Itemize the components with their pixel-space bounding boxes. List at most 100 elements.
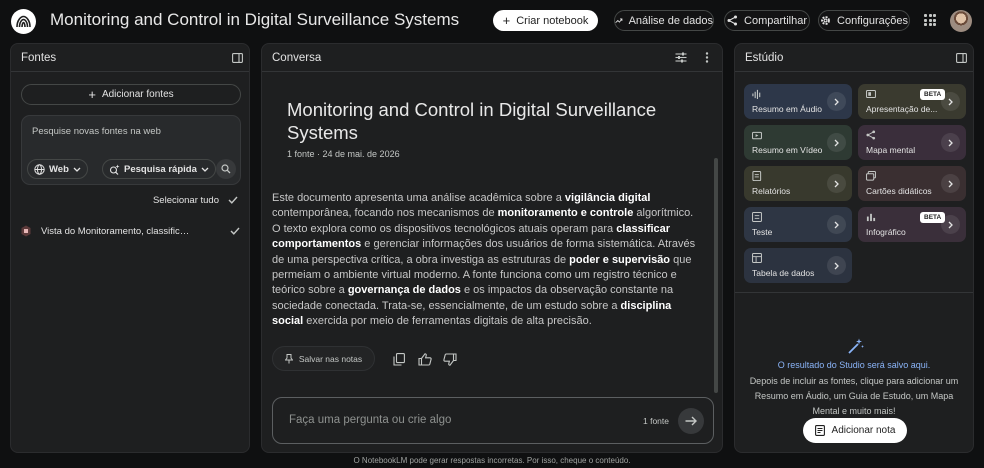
summary-highlight: poder e supervisão <box>569 253 671 266</box>
studio-card-audio[interactable]: Resumo em Áudio <box>744 84 852 119</box>
add-sources-button[interactable]: + Adicionar fontes <box>21 84 241 105</box>
studio-empty-title: O resultado do Studio será salvo aqui. <box>777 360 931 370</box>
thumbs-down-button[interactable] <box>442 351 458 367</box>
notebook-title[interactable]: Monitoring and Control in Digital Survei… <box>50 10 459 30</box>
studio-card-table[interactable]: Tabela de dados <box>744 248 852 283</box>
chevron-right-icon[interactable] <box>827 133 846 152</box>
studio-card-quiz[interactable]: Teste <box>744 207 852 242</box>
studio-card-label: Teste <box>752 227 773 237</box>
thumbs-up-icon <box>418 352 432 366</box>
studio-card-slides[interactable]: BETA Apresentação de... <box>858 84 966 119</box>
chevron-right-icon[interactable] <box>941 174 960 193</box>
infographic-icon <box>866 213 876 222</box>
studio-card-report[interactable]: Relatórios <box>744 166 852 201</box>
more-vertical-icon[interactable] <box>705 52 709 63</box>
report-icon <box>752 171 762 181</box>
search-submit-button[interactable] <box>216 159 236 179</box>
trending-up-icon <box>615 18 623 24</box>
select-all-row[interactable]: Selecionar tudo <box>153 194 239 206</box>
studio-card-label: Resumo em Áudio <box>752 104 822 114</box>
collapse-panel-icon[interactable] <box>956 53 967 63</box>
sparkle-search-icon <box>109 164 120 175</box>
studio-card-mindmap[interactable]: Mapa mental <box>858 125 966 160</box>
studio-card-label: Apresentação de... <box>866 104 938 114</box>
magic-wand-icon <box>848 338 864 354</box>
studio-card-label: Cartões didáticos <box>866 186 932 196</box>
chevron-right-icon[interactable] <box>827 174 846 193</box>
web-chip-label: Web <box>49 163 69 175</box>
share-label: Compartilhar <box>744 14 807 27</box>
select-all-label: Selecionar tudo <box>152 194 219 206</box>
chat-title: Conversa <box>272 52 322 64</box>
search-icon <box>221 164 231 174</box>
save-to-notes-button[interactable]: Salvar nas notas <box>272 346 375 371</box>
settings-button[interactable]: Configurações <box>818 10 910 31</box>
chevron-right-icon[interactable] <box>827 256 846 275</box>
studio-header: Estúdio <box>735 44 973 72</box>
chevron-right-icon[interactable] <box>941 215 960 234</box>
chevron-right-icon[interactable] <box>827 215 846 234</box>
copy-icon <box>393 352 405 366</box>
chat-scrollbar[interactable] <box>714 158 718 393</box>
copy-button[interactable] <box>391 351 407 367</box>
source-item[interactable]: Vista do Monitoramento, classifica... <box>21 222 241 240</box>
audio-icon <box>752 89 761 99</box>
share-button[interactable]: Compartilhar <box>724 10 810 31</box>
send-button[interactable] <box>678 408 704 434</box>
create-notebook-button[interactable]: + Criar notebook <box>493 10 598 31</box>
summary-highlight: governança de dados <box>347 284 461 297</box>
document-title: Monitoring and Control in Digital Survei… <box>287 99 657 143</box>
collapse-panel-icon[interactable] <box>232 53 243 63</box>
studio-card-label: Relatórios <box>752 186 791 196</box>
sources-header: Fontes <box>11 44 249 72</box>
chat-scrollbar-thumb[interactable] <box>714 158 718 393</box>
check-icon <box>230 227 240 235</box>
chat-input[interactable]: Faça uma pergunta ou crie algo <box>289 414 451 426</box>
chat-scroll-area[interactable]: Monitoring and Control in Digital Survei… <box>262 73 722 393</box>
web-source-dropdown[interactable]: Web <box>27 159 88 179</box>
studio-divider <box>735 292 973 293</box>
studio-card-infographic[interactable]: BETA Infográfico <box>858 207 966 242</box>
footer-disclaimer: O NotebookLM pode gerar respostas incorr… <box>353 456 631 465</box>
search-input[interactable]: Pesquise novas fontes na web <box>32 126 161 137</box>
quiz-icon <box>752 212 762 222</box>
fast-search-dropdown[interactable]: Pesquisa rápida <box>102 159 216 179</box>
analytics-label: Análise de dados <box>628 14 713 27</box>
thumbs-up-button[interactable] <box>417 351 433 367</box>
mindmap-icon <box>866 130 876 140</box>
select-all-checkbox[interactable] <box>227 194 239 206</box>
apps-grid-icon[interactable] <box>924 14 936 26</box>
chevron-right-icon[interactable] <box>827 92 846 111</box>
thumbs-down-icon <box>443 352 457 366</box>
chevron-right-icon[interactable] <box>941 133 960 152</box>
settings-label: Configurações <box>837 14 908 27</box>
globe-icon <box>34 163 45 175</box>
studio-card-flashcards[interactable]: Cartões didáticos <box>858 166 966 201</box>
chevron-right-icon[interactable] <box>941 92 960 111</box>
studio-card-label: Tabela de dados <box>752 268 815 278</box>
arrow-right-icon <box>685 416 697 426</box>
studio-card-label: Infográfico <box>866 227 906 237</box>
notebooklm-logo-icon[interactable] <box>11 9 36 34</box>
avatar[interactable] <box>950 10 972 32</box>
studio-card-video[interactable]: Resumo em Vídeo <box>744 125 852 160</box>
chat-header: Conversa <box>262 44 722 72</box>
web-search-box[interactable]: Pesquise novas fontes na web Web Pesquis… <box>21 115 241 185</box>
chevron-down-icon <box>73 167 81 172</box>
chat-input-box[interactable]: Faça uma pergunta ou crie algo 1 fonte <box>272 397 714 444</box>
chevron-down-icon <box>201 167 209 172</box>
top-bar: Monitoring and Control in Digital Survei… <box>0 0 984 42</box>
summary-text: Este documento apresenta uma análise aca… <box>272 192 565 204</box>
source-count: 1 fonte <box>643 416 669 426</box>
pdf-document-icon <box>21 225 31 237</box>
source-item-label: Vista do Monitoramento, classifica... <box>41 225 191 237</box>
tune-settings-icon[interactable] <box>675 52 687 63</box>
studio-panel: Estúdio Resumo em Áudio BETA Apresentação … <box>734 43 974 453</box>
slides-icon <box>866 89 876 99</box>
analytics-button[interactable]: Análise de dados <box>614 10 714 31</box>
add-note-button[interactable]: Adicionar nota <box>803 418 907 443</box>
gear-icon <box>821 16 830 25</box>
source-checkbox[interactable] <box>229 225 241 237</box>
chat-panel: Conversa Monitoring and Control in Digit… <box>261 43 723 453</box>
summary-text: exercida por meio de ferramentas digitai… <box>303 315 592 328</box>
